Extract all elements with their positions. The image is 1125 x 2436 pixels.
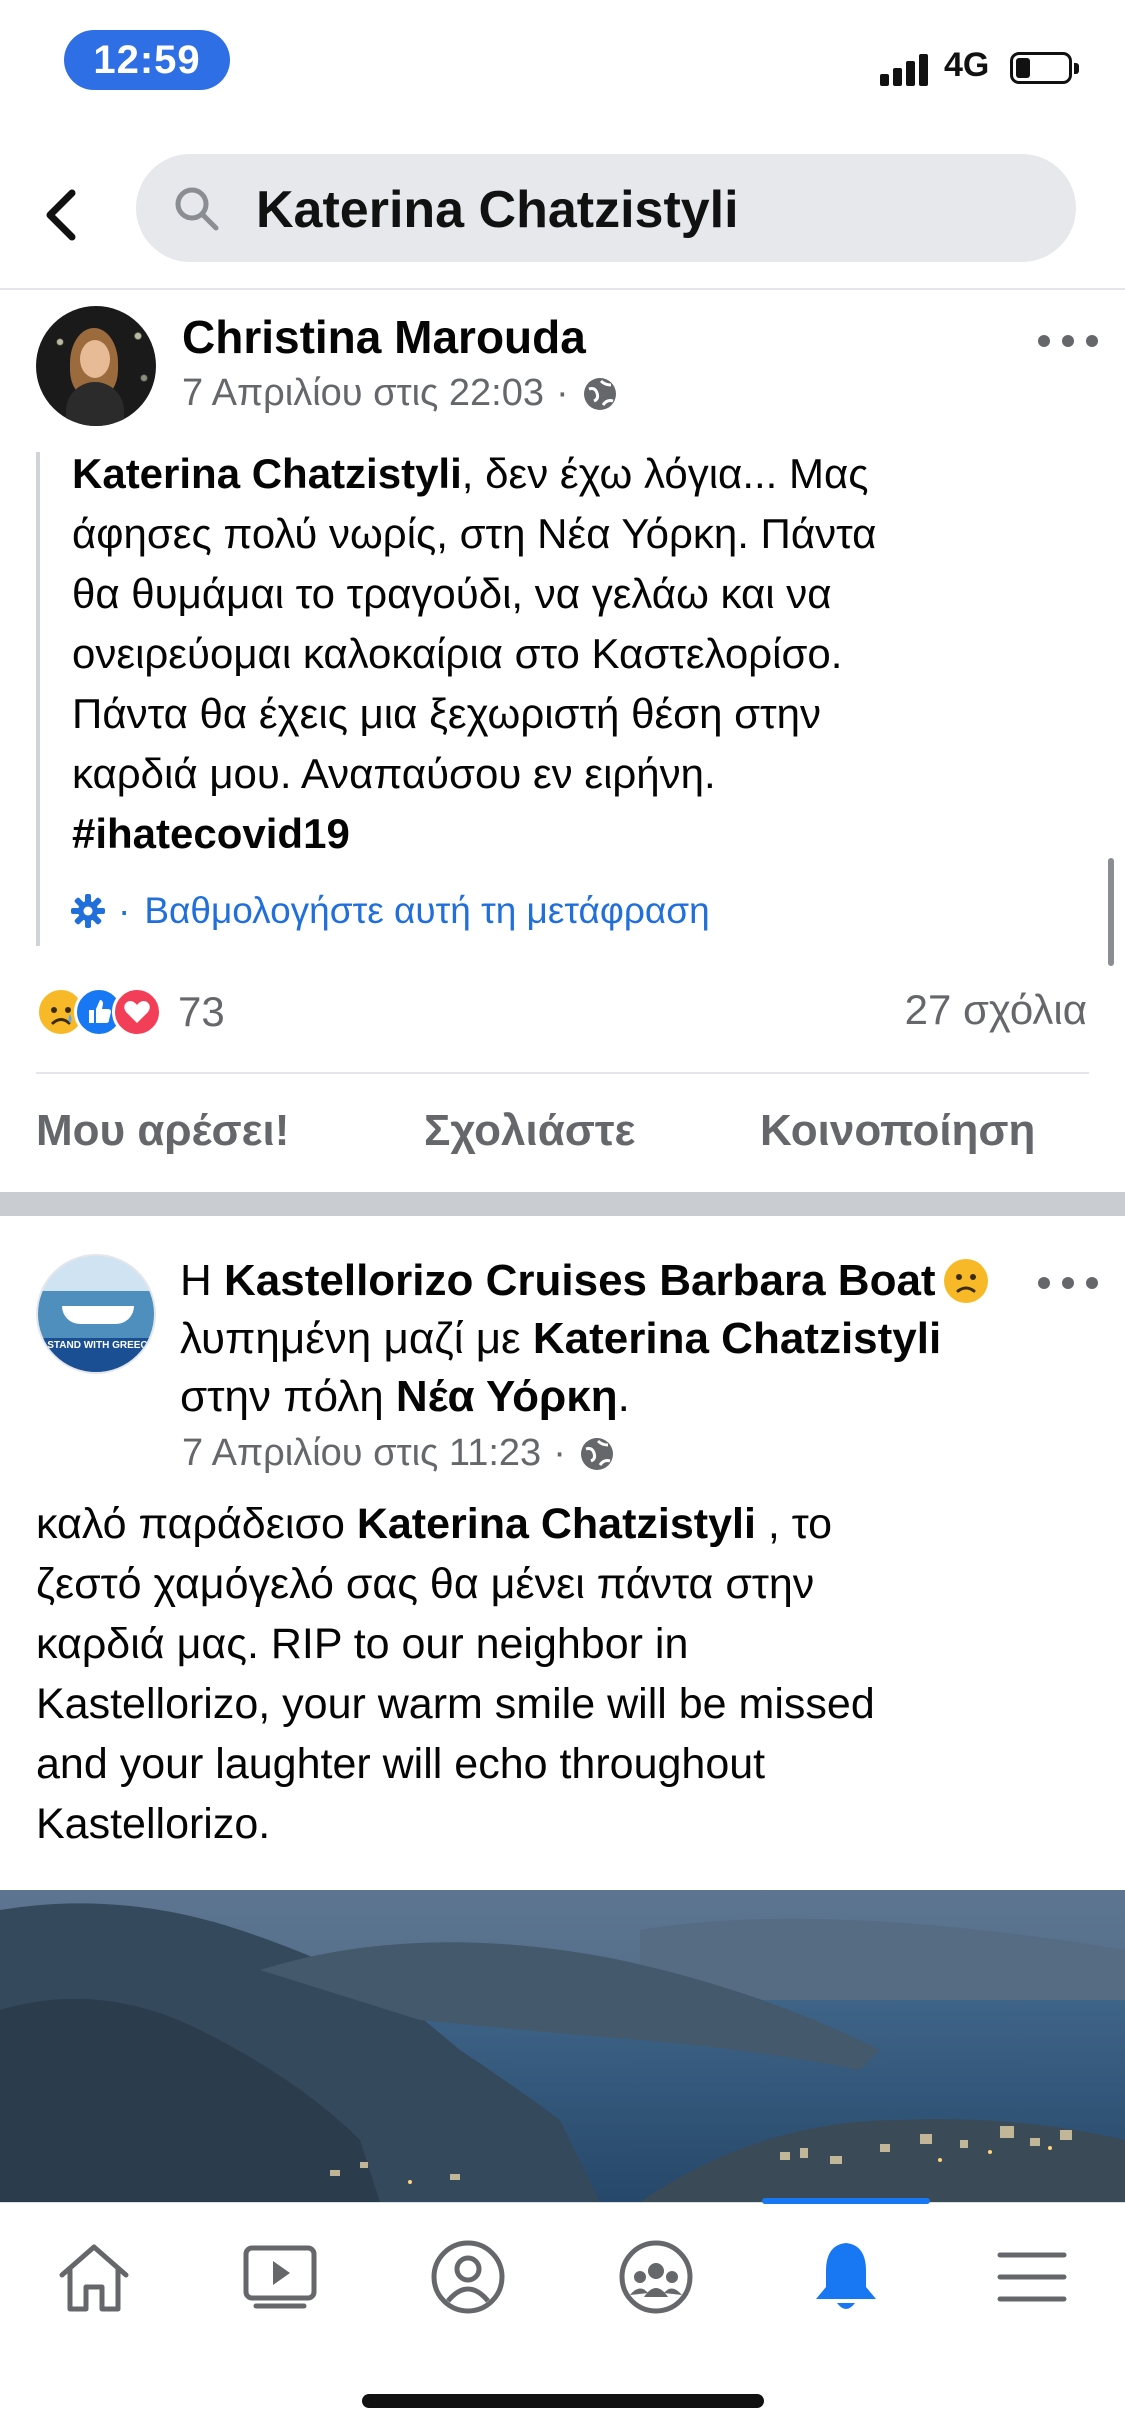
text-line: Πάντα θα έχεις μια ξεχωριστή θέση στην bbox=[72, 690, 821, 737]
nav-watch[interactable] bbox=[230, 2232, 330, 2322]
post-text: Katerina Chatzistyli, δεν έχω λόγια... Μ… bbox=[72, 444, 1092, 864]
post-meta: 7 Απριλίου στις 11:23 · bbox=[182, 1432, 616, 1475]
gear-icon bbox=[71, 894, 105, 928]
notifications-icon bbox=[816, 2243, 876, 2309]
back-button[interactable] bbox=[30, 180, 90, 250]
kastellorizo-landscape-image bbox=[0, 1890, 1125, 2202]
text-line: ονειρεύομαι καλοκαίρια στο Καστελορίσο. bbox=[72, 630, 843, 677]
search-input[interactable]: Katerina Chatzistyli bbox=[136, 154, 1076, 262]
text-line: καλό παράδεισο Katerina Chatzistyli , το bbox=[36, 1500, 833, 1548]
groups-icon bbox=[619, 2240, 693, 2314]
status-bar: 12:59 4G bbox=[0, 0, 1125, 120]
love-reaction-icon bbox=[112, 987, 162, 1037]
menu-icon bbox=[997, 2252, 1067, 2302]
post-author[interactable]: Christina Marouda bbox=[182, 310, 586, 364]
comment-count[interactable]: 27 σχόλια bbox=[905, 986, 1087, 1034]
location-link[interactable]: Νέα Υόρκη bbox=[396, 1372, 618, 1421]
text-line: καρδιά μας. RIP to our neighbor in bbox=[36, 1620, 689, 1668]
globe-icon bbox=[583, 377, 616, 410]
post-text: καλό παράδεισο Katerina Chatzistyli , το… bbox=[36, 1494, 1096, 1854]
text-line: Kastellorizo, your warm smile will be mi… bbox=[36, 1680, 875, 1728]
meta-separator: · bbox=[556, 372, 569, 414]
text-line: Katerina Chatzistyli, δεν έχω λόγια... Μ… bbox=[72, 450, 869, 497]
text-line: and your laughter will echo throughout bbox=[36, 1740, 766, 1788]
text-line: θα θυμάμαι το τραγούδι, να γελάω και να bbox=[72, 570, 832, 617]
text-line: Kastellorizo. bbox=[36, 1800, 271, 1848]
nav-profile[interactable] bbox=[418, 2232, 518, 2322]
watch-icon bbox=[243, 2245, 317, 2309]
post-separator bbox=[0, 1192, 1125, 1216]
reaction-count: 73 bbox=[178, 988, 225, 1035]
sad-emoji-icon bbox=[943, 1259, 988, 1303]
reaction-summary[interactable]: 73 bbox=[36, 984, 225, 1040]
like-button[interactable]: Μου αρέσει! bbox=[36, 1106, 289, 1156]
post-meta: 7 Απριλίου στις 22:03 · bbox=[182, 372, 619, 415]
post-photo[interactable] bbox=[0, 1890, 1125, 2202]
page-name-link[interactable]: Kastellorizo Cruises Barbara Boat bbox=[224, 1256, 936, 1305]
nav-notifications[interactable] bbox=[796, 2232, 896, 2322]
nav-menu[interactable] bbox=[982, 2232, 1082, 2322]
nav-groups[interactable] bbox=[606, 2232, 706, 2322]
avatar[interactable]: I STAND WITH GREECE bbox=[36, 1254, 156, 1374]
tagged-person-link[interactable]: Katerina Chatzistyli bbox=[357, 1500, 756, 1548]
text-line: #ihatecovid19 bbox=[72, 804, 1092, 864]
network-type: 4G bbox=[944, 46, 990, 84]
globe-icon bbox=[580, 1437, 613, 1470]
share-button[interactable]: Κοινοποίηση bbox=[760, 1106, 1035, 1156]
hashtag-link[interactable]: #ihatecovid19 bbox=[72, 810, 350, 857]
rate-translation-link[interactable]: Βαθμολογήστε αυτή τη μετάφραση bbox=[144, 890, 709, 932]
active-tab-indicator bbox=[762, 2198, 930, 2204]
avatar[interactable] bbox=[36, 306, 156, 426]
more-options-icon[interactable] bbox=[1038, 326, 1098, 356]
search-query: Katerina Chatzistyli bbox=[256, 181, 739, 239]
meta-separator: · bbox=[118, 890, 131, 931]
cellular-signal-icon bbox=[880, 52, 932, 86]
text-line: άφησες πολύ νωρίς, στη Νέα Υόρκη. Πάντα bbox=[72, 510, 877, 557]
post-headline: Η Kastellorizo Cruises Barbara Boat λυπημ… bbox=[180, 1252, 1040, 1426]
avatar-banner-text: I STAND WITH GREECE bbox=[41, 1340, 155, 1351]
translation-quote-bar bbox=[36, 452, 40, 946]
scrollbar[interactable] bbox=[1108, 858, 1114, 966]
search-icon bbox=[175, 187, 219, 231]
divider bbox=[0, 288, 1125, 290]
meta-separator: · bbox=[553, 1432, 566, 1474]
home-indicator[interactable] bbox=[362, 2394, 764, 2408]
post-date[interactable]: 7 Απριλίου στις 11:23 bbox=[182, 1432, 541, 1475]
comment-button[interactable]: Σχολιάστε bbox=[424, 1106, 635, 1156]
more-options-icon[interactable] bbox=[1038, 1268, 1098, 1298]
tagged-person-link[interactable]: Katerina Chatzistyli bbox=[72, 450, 462, 497]
battery-icon bbox=[1010, 52, 1079, 84]
text-line: ζεστό χαμόγελό σας θα μένει πάντα στην bbox=[36, 1560, 815, 1608]
nav-home[interactable] bbox=[44, 2232, 144, 2322]
home-icon bbox=[59, 2244, 129, 2312]
status-time[interactable]: 12:59 bbox=[64, 30, 230, 90]
tagged-person-link[interactable]: Katerina Chatzistyli bbox=[533, 1314, 941, 1363]
search-header: Katerina Chatzistyli bbox=[0, 140, 1125, 290]
post-date[interactable]: 7 Απριλίου στις 22:03 bbox=[182, 372, 544, 415]
rate-translation[interactable]: · Βαθμολογήστε αυτή τη μετάφραση bbox=[70, 890, 710, 932]
profile-icon bbox=[431, 2240, 505, 2314]
text-line: καρδιά μου. Αναπαύσου εν ειρήνη. bbox=[72, 750, 716, 797]
divider bbox=[36, 1072, 1089, 1074]
chevron-left-icon bbox=[46, 189, 76, 241]
